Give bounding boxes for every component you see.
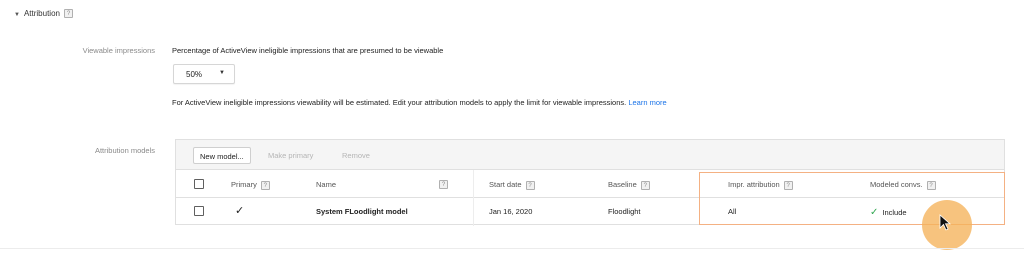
learn-more-link[interactable]: Learn more [628, 98, 666, 107]
column-header-modeled-convs[interactable]: Modeled convs.? [870, 180, 936, 190]
column-header-baseline[interactable]: Baseline? [608, 180, 650, 190]
modeled-convs-value[interactable]: ✓ Include [870, 207, 907, 218]
note-text: For ActiveView ineligible impressions vi… [172, 98, 627, 107]
help-icon[interactable]: ? [926, 180, 936, 190]
column-impr-attribution-label: Impr. attribution [728, 180, 780, 189]
primary-check-icon: ✓ [235, 205, 245, 217]
check-icon: ✓ [870, 207, 879, 218]
dropdown-value: 50% [186, 69, 203, 79]
viewable-impressions-label: Viewable impressions [82, 46, 155, 55]
impr-attribution-value[interactable]: All [728, 207, 736, 216]
viewable-percentage-dropdown[interactable]: 50% ▼ [173, 64, 235, 84]
section-title: Attribution [23, 9, 60, 18]
column-header-impr-attribution[interactable]: Impr. attribution? [728, 180, 793, 190]
viewable-impressions-description: Percentage of ActiveView ineligible impr… [172, 46, 444, 55]
table-header-row: Primary? Name ? Start date? Baseline? Im… [176, 170, 1004, 198]
viewable-impressions-note: For ActiveView ineligible impressions vi… [172, 98, 667, 107]
collapse-caret-icon[interactable]: ▼ [14, 12, 20, 18]
column-header-start-date[interactable]: Start date? [489, 180, 535, 190]
column-header-primary[interactable]: Primary? [231, 180, 270, 190]
remove-button[interactable]: Remove [336, 147, 376, 164]
column-baseline-label: Baseline [608, 180, 637, 189]
help-icon[interactable]: ? [63, 9, 73, 19]
start-date: Jan 16, 2020 [489, 207, 533, 216]
baseline: Floodlight [608, 207, 641, 216]
model-name[interactable]: System FLoodlight model [316, 207, 408, 216]
help-icon[interactable]: ? [640, 180, 650, 190]
make-primary-button[interactable]: Make primary [262, 147, 319, 164]
help-icon[interactable]: ? [260, 180, 270, 190]
table-row[interactable]: ✓ System FLoodlight model Jan 16, 2020 F… [176, 198, 1004, 225]
modeled-convs-label: Include [882, 208, 907, 217]
row-checkbox[interactable] [194, 206, 204, 216]
attribution-section-header[interactable]: ▼ Attribution? [14, 9, 73, 19]
dropdown-arrow-icon: ▼ [219, 70, 225, 76]
table-toolbar: New model... Make primary Remove [176, 140, 1004, 170]
column-primary-label: Primary [231, 180, 257, 189]
help-icon[interactable]: ? [439, 180, 448, 189]
mouse-cursor-icon [939, 214, 952, 231]
attribution-models-label: Attribution models [94, 146, 155, 155]
attribution-models-table: New model... Make primary Remove Primary… [175, 139, 1005, 226]
help-icon[interactable]: ? [783, 180, 793, 190]
column-header-name[interactable]: Name [316, 180, 336, 189]
new-model-button[interactable]: New model... [193, 147, 251, 164]
select-all-checkbox[interactable] [194, 179, 204, 189]
divider [0, 248, 1024, 249]
column-start-date-label: Start date [489, 180, 522, 189]
column-modeled-convs-label: Modeled convs. [870, 180, 923, 189]
help-icon[interactable]: ? [525, 180, 535, 190]
